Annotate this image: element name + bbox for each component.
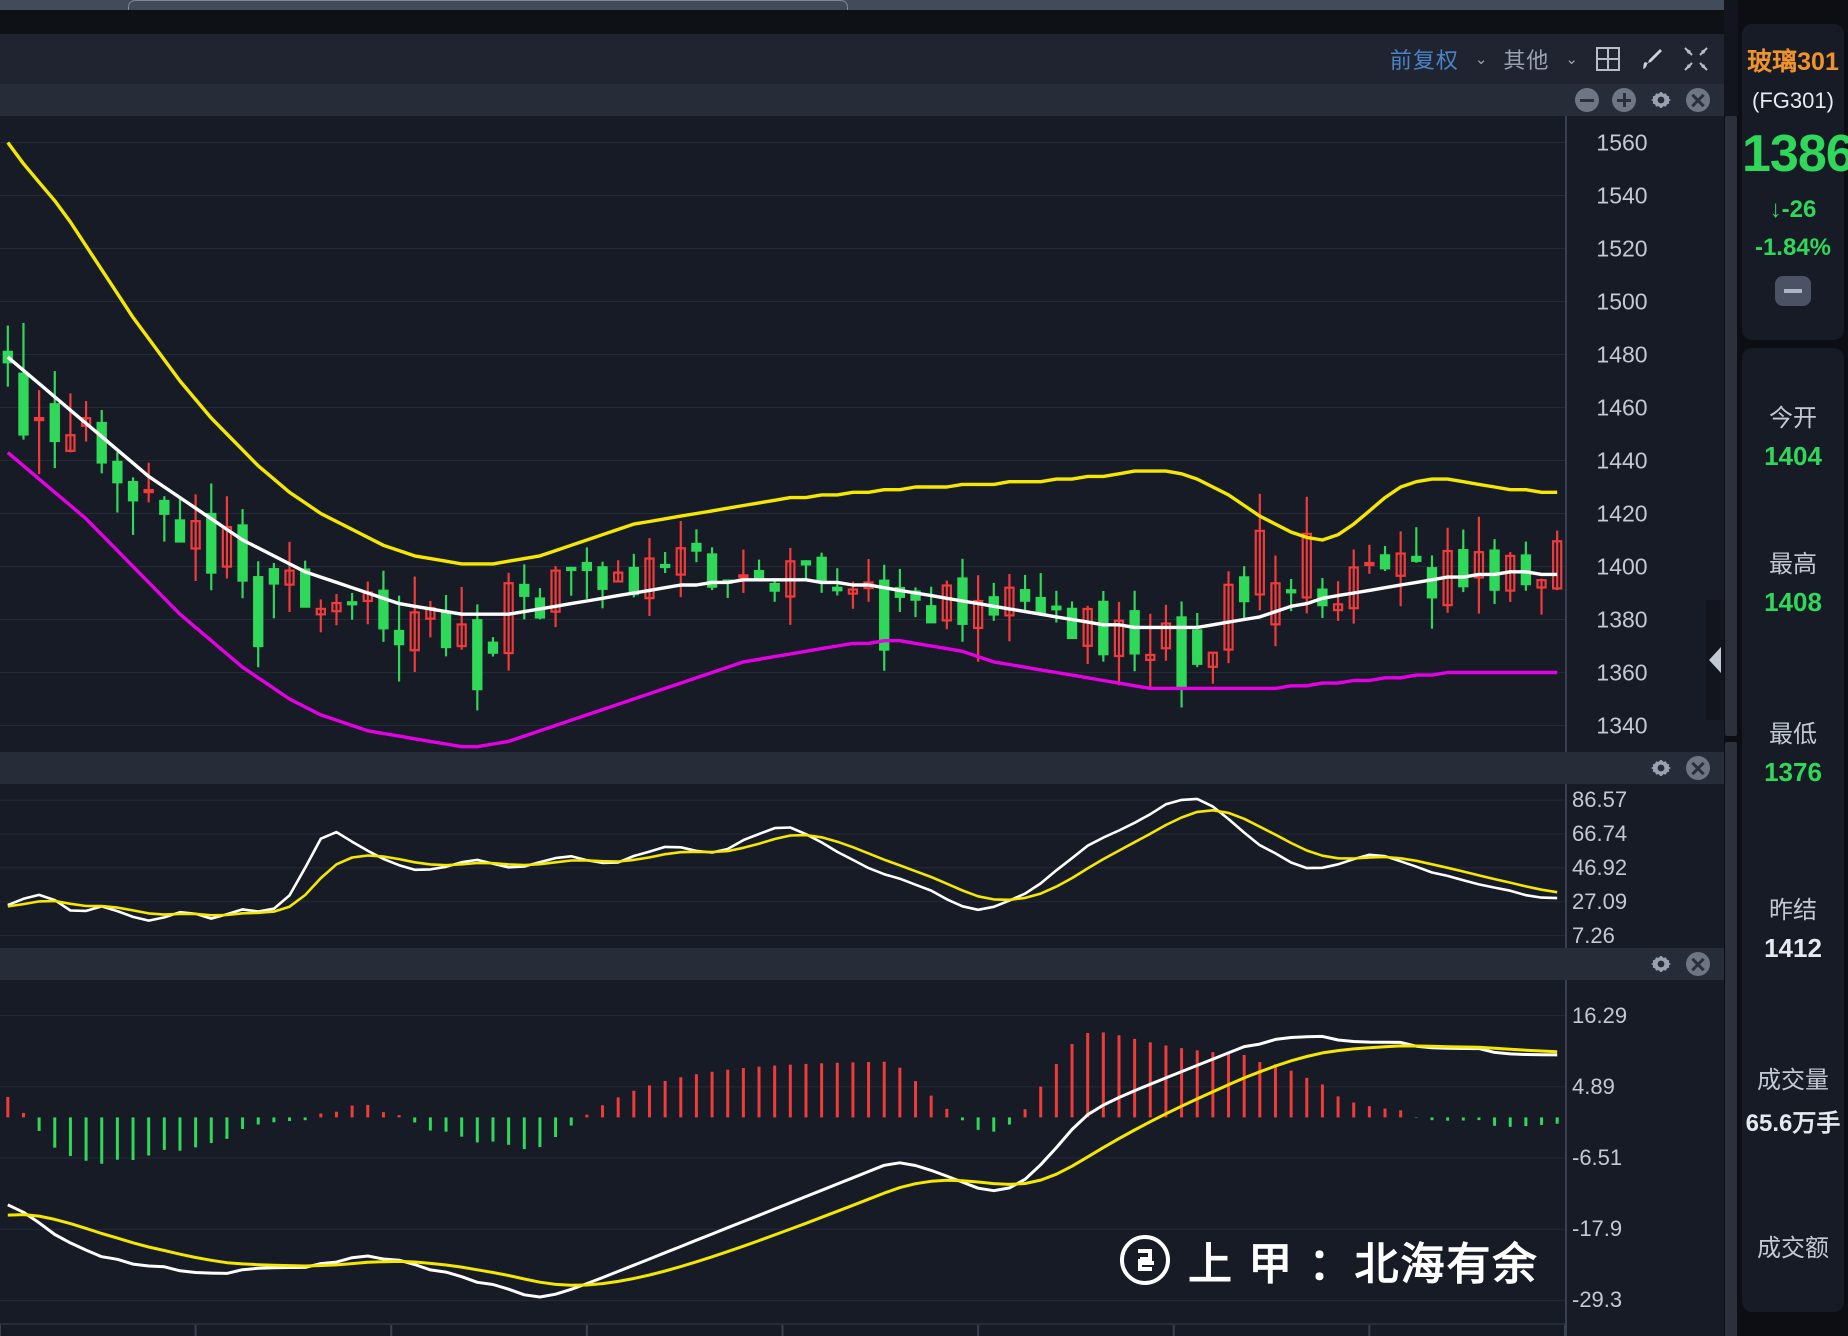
layout-grid-icon[interactable] <box>1594 45 1622 73</box>
chart-toolbar: 前复权 ⌄ 其他 ⌄ <box>0 34 1724 84</box>
kdj-axis-separator <box>1565 784 1567 948</box>
price-change: ↓-26 <box>1742 196 1844 224</box>
chart-vertical-scrollbar[interactable] <box>1724 116 1738 1336</box>
stat-low-value: 1376 <box>1764 757 1822 787</box>
collapse-quote-button[interactable] <box>1775 276 1811 306</box>
chevron-down-icon[interactable]: ⌄ <box>1475 50 1488 68</box>
kdj-pane-header <box>0 752 1724 784</box>
chevron-down-icon-2[interactable]: ⌄ <box>1565 50 1578 68</box>
stat-high-value: 1408 <box>1764 587 1822 617</box>
symbol-code: (FG301) <box>1752 88 1834 113</box>
change-arrow-icon: ↓ <box>1769 196 1782 223</box>
change-percent: -1.84% <box>1754 234 1832 261</box>
macd-settings-gear-icon[interactable] <box>1649 952 1673 976</box>
price-chart-pane[interactable] <box>0 116 1724 752</box>
chart-application: 前复权 ⌄ 其他 ⌄ 1560 1540 1520 1500 1480 1460… <box>0 0 1848 1336</box>
window-black-strip <box>0 10 1724 34</box>
change-value: -26 <box>1781 196 1817 223</box>
stat-prev-settle-value: 1412 <box>1764 933 1822 963</box>
zoom-in-button[interactable] <box>1612 88 1636 112</box>
stat-low-label: 最低 <box>1769 721 1817 748</box>
sidebar-collapse-handle[interactable] <box>1706 600 1724 720</box>
last-price: 1386 <box>1742 125 1848 183</box>
kdj-settings-gear-icon[interactable] <box>1649 756 1673 780</box>
scrollbar-thumb-upper[interactable] <box>1725 116 1737 736</box>
quote-card: 玻璃301 (FG301) 1386 ↓-26 -1.84% <box>1742 24 1848 340</box>
stat-high: 最高 1408 <box>1742 544 1844 618</box>
macd-pane-header <box>0 948 1724 980</box>
triangle-left-icon <box>1709 647 1721 673</box>
price-axis-separator <box>1565 116 1567 752</box>
stat-prev-settle-label: 昨结 <box>1769 897 1817 924</box>
close-pane-button[interactable] <box>1686 88 1710 112</box>
macd-axis-separator <box>1565 980 1567 1336</box>
window-tab[interactable] <box>128 0 848 10</box>
brush-icon[interactable] <box>1638 45 1666 73</box>
minus-icon <box>1784 289 1802 293</box>
stat-turnover: 成交额 <box>1742 1228 1844 1271</box>
stat-high-label: 最高 <box>1769 551 1817 578</box>
stat-prev-settle: 昨结 1412 <box>1742 890 1844 964</box>
stat-low: 最低 1376 <box>1742 714 1844 788</box>
adjust-mode-label[interactable]: 前复权 <box>1390 43 1459 75</box>
macd-indicator-pane[interactable] <box>0 980 1724 1336</box>
macd-close-button[interactable] <box>1686 952 1710 976</box>
price-pane-header <box>0 84 1724 116</box>
quote-sidebar: 玻璃301 (FG301) 1386 ↓-26 -1.84% 今开 1404 最… <box>1738 0 1848 1336</box>
stat-volume-label: 成交量 <box>1757 1067 1829 1094</box>
stat-volume-value: 65.6万手 <box>1745 1110 1841 1137</box>
kdj-close-button[interactable] <box>1686 756 1710 780</box>
stat-turnover-label: 成交额 <box>1757 1235 1829 1262</box>
stat-open-label: 今开 <box>1769 405 1817 432</box>
other-menu-label[interactable]: 其他 <box>1503 43 1549 75</box>
stat-open-value: 1404 <box>1764 441 1822 471</box>
zoom-out-button[interactable] <box>1575 88 1599 112</box>
stat-open: 今开 1404 <box>1742 398 1844 472</box>
settings-gear-icon[interactable] <box>1649 88 1673 112</box>
symbol-name: 玻璃301 <box>1747 48 1839 76</box>
kdj-indicator-pane[interactable] <box>0 784 1724 948</box>
collapse-icon[interactable] <box>1682 45 1710 73</box>
stat-volume: 成交量 65.6万手 <box>1742 1060 1844 1138</box>
stats-card: 今开 1404 最高 1408 最低 1376 昨结 1412 成交量 65.6… <box>1742 348 1844 1312</box>
scrollbar-thumb-lower[interactable] <box>1725 742 1737 1336</box>
